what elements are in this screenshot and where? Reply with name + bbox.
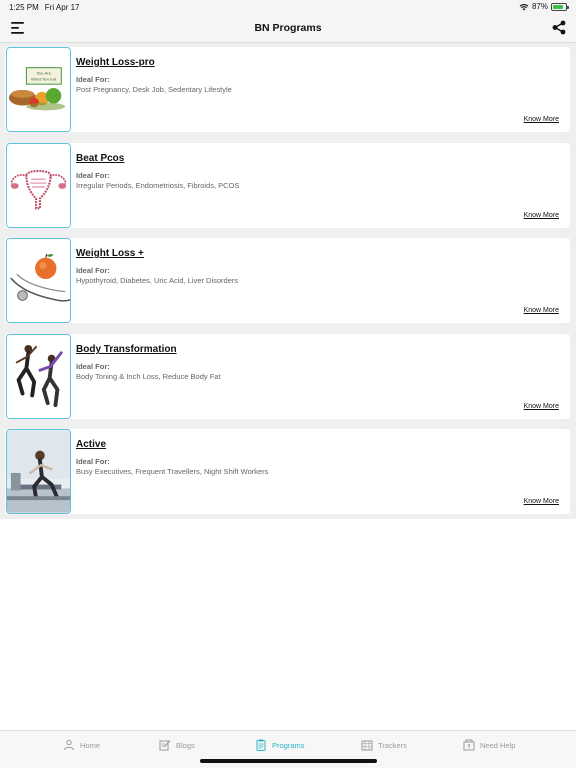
status-time: 1:25 PM (9, 3, 39, 12)
tab-home[interactable]: Home (63, 739, 100, 751)
ideal-for-label: Ideal For: (76, 457, 110, 466)
ideal-for-text: Irregular Periods, Endometriosis, Fibroi… (76, 181, 240, 190)
status-right: 87% (519, 2, 569, 11)
program-card-body-transformation[interactable]: Body Transformation Ideal For: Body Toni… (5, 334, 570, 419)
battery-percent: 87% (531, 2, 548, 11)
program-title[interactable]: Body Transformation (76, 344, 177, 355)
program-card-beat-pcos[interactable]: Beat Pcos Ideal For: Irregular Periods, … (5, 143, 570, 228)
healthy-food-image: You Are What You Eat (7, 48, 70, 131)
know-more-link[interactable]: Know More (524, 307, 559, 314)
program-title[interactable]: Weight Loss + (76, 248, 144, 259)
gym-workout-image (7, 430, 70, 513)
blogs-icon (159, 740, 171, 751)
home-icon (64, 739, 74, 751)
battery-level (553, 4, 564, 9)
calendar-icon (361, 740, 373, 751)
tab-programs[interactable]: Programs (255, 739, 305, 751)
program-list: You Are What You Eat Weight Loss-pro Ide… (0, 43, 576, 519)
program-thumbnail (6, 334, 71, 419)
tab-label: Programs (272, 740, 305, 750)
ideal-for-label: Ideal For: (76, 266, 110, 275)
uterus-illustration-image (7, 144, 70, 227)
ideal-for-text: Hypothyroid, Diabetes, Uric Acid, Liver … (76, 276, 239, 285)
tab-label: Blogs (176, 740, 195, 750)
ideal-for-text: Body Toning & Inch Loss, Reduce Body Fat (76, 372, 221, 381)
program-thumbnail (6, 429, 71, 514)
tab-label: Home (80, 740, 101, 750)
nav-bar: BN Programs (0, 14, 576, 43)
know-more-link[interactable]: Know More (524, 116, 559, 123)
program-title[interactable]: Weight Loss-pro (76, 57, 155, 68)
tab-label: Trackers (378, 740, 407, 750)
status-date: Fri Apr 17 (44, 3, 80, 12)
thumb-sign-text-2: What You Eat (31, 76, 57, 81)
ideal-for-text: Busy Executives, Frequent Travellers, Ni… (76, 467, 269, 476)
tab-label: Need Help (480, 740, 516, 750)
help-icon (463, 739, 475, 751)
know-more-link[interactable]: Know More (524, 212, 559, 219)
clipboard-icon (256, 739, 266, 751)
apple-stethoscope-image (7, 239, 70, 322)
tab-trackers[interactable]: Trackers (361, 739, 407, 751)
program-title[interactable]: Active (76, 439, 106, 450)
program-card-weight-loss-pro[interactable]: You Are What You Eat Weight Loss-pro Ide… (5, 47, 570, 132)
thumb-sign-text-1: You Are (37, 70, 52, 75)
page-title: BN Programs (254, 22, 322, 34)
ideal-for-label: Ideal For: (76, 362, 110, 371)
ideal-for-label: Ideal For: (76, 171, 110, 180)
status-left: 1:25 PM Fri Apr 17 (9, 3, 79, 12)
home-indicator (200, 759, 377, 763)
program-card-active[interactable]: Active Ideal For: Busy Executives, Frequ… (5, 429, 570, 514)
program-thumbnail (6, 238, 71, 323)
know-more-link[interactable]: Know More (524, 403, 559, 410)
status-bar: 1:25 PM Fri Apr 17 87% (0, 0, 576, 14)
wifi-icon (519, 3, 529, 10)
dancers-image (7, 335, 70, 418)
ideal-for-text: Post Pregnancy, Desk Job, Sedentary Life… (76, 85, 232, 94)
share-icon (552, 20, 566, 35)
program-thumbnail (6, 143, 71, 228)
battery-icon (551, 2, 569, 11)
tab-blogs[interactable]: Blogs (159, 739, 195, 751)
program-title[interactable]: Beat Pcos (76, 153, 124, 164)
know-more-link[interactable]: Know More (524, 498, 559, 505)
program-card-weight-loss-plus[interactable]: Weight Loss + Ideal For: Hypothyroid, Di… (5, 238, 570, 323)
program-thumbnail: You Are What You Eat (6, 47, 71, 132)
ideal-for-label: Ideal For: (76, 75, 110, 84)
tab-need-help[interactable]: Need Help (463, 739, 515, 751)
share-button[interactable] (552, 20, 566, 35)
